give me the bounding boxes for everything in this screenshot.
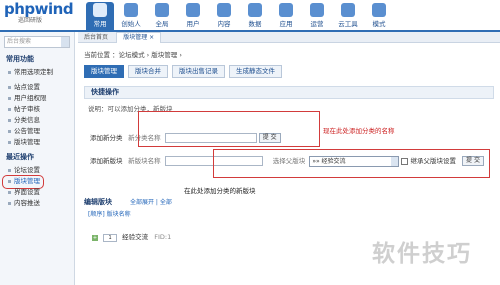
user-icon: [186, 3, 200, 17]
founder-icon: [124, 3, 138, 17]
mode-icon: [372, 3, 386, 17]
add-forum-label: 添加新版块: [90, 157, 123, 165]
sidebar: 后台搜索 常用功能 常用选项定制 站点设置 用户组权限 帖子审核 分类信息 公告…: [0, 32, 75, 285]
tab-bar: 后台首页 版块管理 ×: [78, 32, 500, 43]
search-icon[interactable]: [61, 37, 69, 47]
order-header: [顺序] 版块名称: [88, 211, 131, 218]
top-bar: phpwind 巡回研版 常用 创始人 全局 用户 内容 数据 应用 运营 云工…: [0, 0, 500, 32]
data-icon: [248, 3, 262, 17]
logo-subtitle: 巡回研版: [18, 17, 43, 24]
cloud-icon: [341, 3, 355, 17]
sidebar-item-forum-management-recent[interactable]: 版块管理: [0, 175, 74, 189]
forum-item-fid: FID:1: [154, 233, 172, 241]
sidebar-item-content-push[interactable]: 内容推送: [0, 198, 74, 209]
quick-ops-title: 快捷操作: [84, 86, 494, 99]
sidebar-item-interface-settings[interactable]: 界面设置: [0, 187, 74, 198]
watermark: 软件技巧: [372, 241, 472, 267]
subnav-forum-management[interactable]: 版块管理: [84, 65, 124, 78]
sidebar-item-announcements[interactable]: 公告管理: [0, 126, 74, 137]
nav-content[interactable]: 内容: [210, 2, 238, 30]
edit-forum-title: 编辑版块: [84, 198, 112, 206]
apps-icon: [279, 3, 293, 17]
subnav-sale-records[interactable]: 版块出售记录: [172, 65, 225, 78]
breadcrumb: 当前位置 ：论坛模式 › 版块管理 ›: [84, 51, 182, 59]
nav-cloud-tools[interactable]: 云工具: [334, 2, 362, 30]
search-input[interactable]: 后台搜索: [4, 36, 70, 48]
forum-list-item: + 1 经验交流 FID:1: [92, 231, 171, 242]
section-recent: 最近操作: [6, 153, 34, 161]
global-icon: [155, 3, 169, 17]
subnav-forum-merge[interactable]: 版块合并: [128, 65, 168, 78]
nav-global[interactable]: 全局: [148, 2, 176, 30]
home-icon: [93, 3, 107, 17]
sidebar-item-category-info[interactable]: 分类信息: [0, 115, 74, 126]
forum-item-name[interactable]: 经验交流: [122, 233, 148, 241]
operations-icon: [310, 3, 324, 17]
sidebar-item-custom-options[interactable]: 常用选项定制: [0, 67, 74, 78]
tab-forum-management[interactable]: 版块管理 ×: [116, 32, 162, 43]
logo-text: phpwind: [4, 0, 74, 18]
nav-apps[interactable]: 应用: [272, 2, 300, 30]
nav-data[interactable]: 数据: [241, 2, 269, 30]
annotation-box-forum: [213, 149, 490, 178]
nav-users[interactable]: 用户: [179, 2, 207, 30]
sidebar-item-post-review[interactable]: 帖子审核: [0, 104, 74, 115]
annotation-box-category: [138, 111, 320, 147]
nav-operations[interactable]: 运营: [303, 2, 331, 30]
sidebar-item-forum-management[interactable]: 版块管理: [0, 137, 74, 148]
order-input[interactable]: 1: [103, 234, 118, 242]
content-icon: [217, 3, 231, 17]
expand-icon[interactable]: +: [92, 235, 98, 241]
sidebar-item-user-groups[interactable]: 用户组权限: [0, 93, 74, 104]
sub-nav: 版块管理 版块合并 版块出售记录 生成静态文件: [84, 65, 500, 78]
main-nav: 常用 创始人 全局 用户 内容 数据 应用 运营 云工具 模式: [86, 2, 396, 30]
section-common: 常用功能: [6, 55, 34, 63]
subnav-generate-static[interactable]: 生成静态文件: [229, 65, 282, 78]
nav-mode[interactable]: 模式: [365, 2, 393, 30]
add-category-label: 添加新分类: [90, 134, 123, 142]
annotation-category: 现在此处添加分类的名称: [323, 127, 395, 135]
phpwind-logo: phpwind 巡回研版: [4, 2, 82, 28]
tab-admin-home[interactable]: 后台首页: [78, 33, 114, 43]
expand-all-links[interactable]: 全部展开 | 全部: [130, 197, 172, 206]
sidebar-item-site-settings[interactable]: 站点设置: [0, 82, 74, 93]
forum-name-label: 新版块名称: [128, 157, 161, 165]
nav-founder[interactable]: 创始人: [117, 2, 145, 30]
nav-common[interactable]: 常用: [86, 2, 114, 30]
annotation-forum: 在此处添加分类的新版块: [184, 187, 256, 195]
